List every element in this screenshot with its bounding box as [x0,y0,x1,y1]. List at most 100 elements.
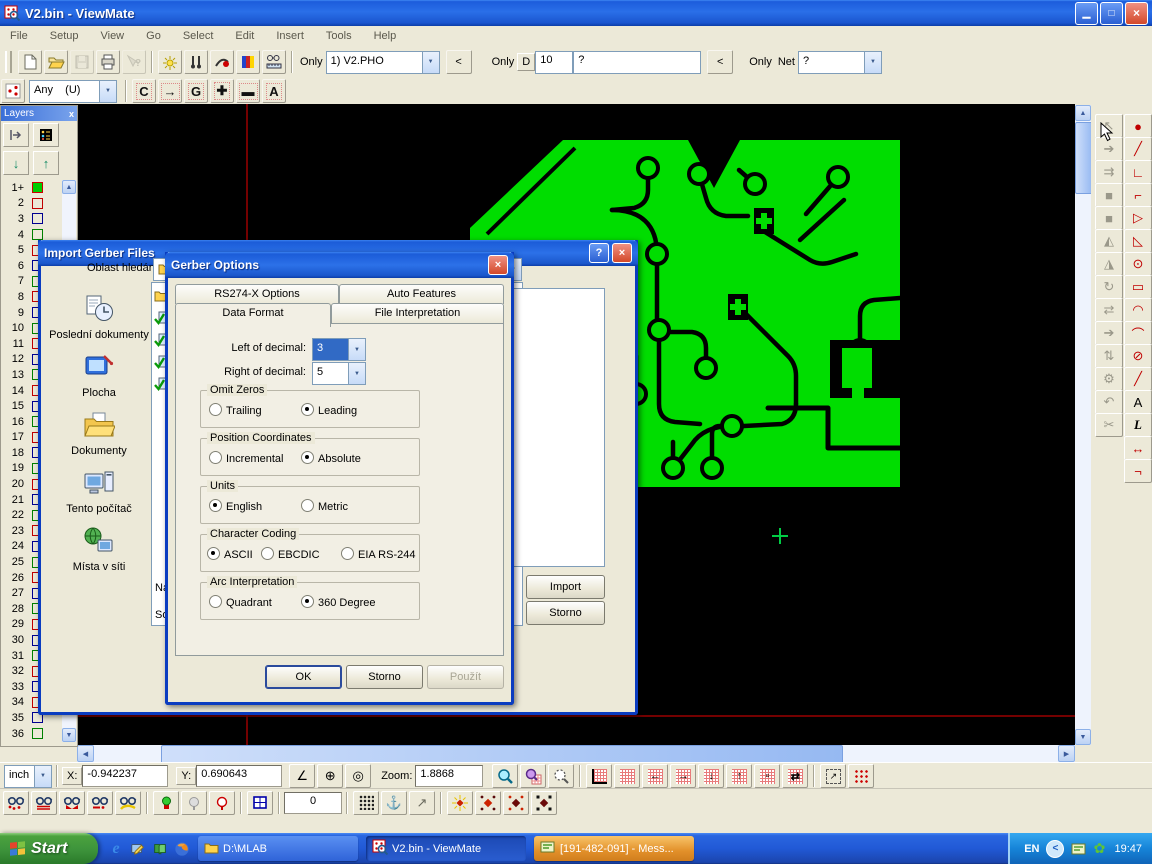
only-layer-label[interactable]: Only [297,56,326,68]
ie-icon[interactable]: e [108,841,124,857]
spread-tool[interactable]: ⇅ [1095,344,1123,368]
layer-prev-button[interactable]: < [446,50,472,74]
new-document-icon[interactable] [18,50,42,74]
show-desktop-icon[interactable] [130,841,146,857]
undo-icon[interactable]: ↶ [1095,390,1123,414]
radio-ebcdic[interactable]: EBCDIC [261,547,320,561]
unit-select[interactable]: inch ▼ [4,765,52,788]
menu-file[interactable]: File [10,30,28,42]
dropdown-arrow-icon[interactable]: ▼ [864,52,881,73]
diamond-dark-icon[interactable] [503,791,529,815]
dropdown-arrow-icon[interactable]: ▼ [422,52,439,73]
toolbar-grip[interactable] [5,51,12,73]
print-icon[interactable] [96,50,120,74]
right-of-decimal-select[interactable]: 5 ▼ [312,362,366,385]
dcode-input[interactable]: 10 [535,51,573,74]
radio-incremental[interactable]: Incremental [209,451,283,465]
measure-icon[interactable] [262,50,286,74]
context-help-icon[interactable]: ? [122,50,146,74]
selection-filter-select[interactable]: Any (U) ▼ [29,80,117,103]
zoom-window-icon[interactable] [548,764,574,788]
zoom-grid-icon[interactable] [520,764,546,788]
flip-horizontal-tool[interactable]: ◭ [1095,229,1123,253]
arrow-draw-tool[interactable]: ▷ [1124,206,1152,230]
place-my-computer[interactable]: Tento počítač [49,468,149,526]
settings-gear-icon[interactable]: ⚙ [1095,367,1123,391]
language-indicator[interactable]: EN [1024,843,1039,855]
canvas-vscrollbar[interactable]: ▲ ▼ [1075,105,1091,745]
radio-button[interactable] [209,403,222,416]
layers-panel-titlebar[interactable]: Layers x [1,106,77,121]
radio-absolute[interactable]: Absolute [301,451,361,465]
scroll-up-icon[interactable]: ▲ [62,180,76,194]
book-icon[interactable] [152,841,168,857]
radio-ascii[interactable]: ASCII [207,547,253,561]
import-cancel-button[interactable]: Storno [526,601,605,625]
select-area-icon[interactable]: ↗ [820,764,846,788]
glasses-sweep-icon[interactable] [115,791,141,815]
radio-button[interactable] [341,547,354,560]
only-dcode-label[interactable]: Only [489,56,518,68]
lamp-off-icon[interactable] [181,791,207,815]
menu-insert[interactable]: Insert [276,30,304,42]
grid-frame-icon[interactable] [586,764,612,788]
dialog-help-button[interactable]: ? [589,243,609,263]
radio-quadrant[interactable]: Quadrant [209,595,272,609]
locate-icon[interactable]: ◎ [345,764,371,788]
tab-data-format[interactable]: Data Format [175,303,331,327]
rotate-tool[interactable]: ↻ [1095,275,1123,299]
canvas-hscrollbar[interactable]: ◀ ▶ [0,745,1152,762]
layer-color-swatch[interactable] [32,182,43,193]
open-folder-icon[interactable] [44,50,68,74]
move-up-icon[interactable]: ↑ [33,151,59,175]
glasses-bowtie-icon[interactable] [59,791,85,815]
zoom-value[interactable]: 1.8868 [415,765,483,787]
dcode-label[interactable]: D [517,53,535,71]
menu-view[interactable]: View [100,30,124,42]
anchor-icon[interactable]: ⚓ [381,791,407,815]
gerber-tool[interactable]: G [184,79,208,103]
width-tool[interactable]: ↔ [1124,436,1152,460]
layer-color-swatch[interactable] [32,213,43,224]
layer-list-icon[interactable] [33,123,59,147]
radio-button[interactable] [301,451,314,464]
radio-button[interactable] [209,451,222,464]
radio-button[interactable] [301,499,314,512]
radio-360-degree[interactable]: 360 Degree [301,595,376,609]
radio-button[interactable] [301,595,314,608]
curve-pin-icon[interactable] [210,50,234,74]
layer-row[interactable]: 2 [2,196,62,212]
dcode-find-input[interactable]: ? [573,51,701,74]
dcode-prev-button[interactable]: < [707,50,733,74]
glasses-dots-icon[interactable] [3,791,29,815]
scroll-down-icon[interactable]: ▼ [62,728,76,742]
task-mlab[interactable]: D:\MLAB [198,836,358,861]
radio-button[interactable] [209,499,222,512]
component-tool[interactable]: C [132,79,156,103]
radio-button[interactable] [301,403,314,416]
layer-row[interactable]: 1+ [2,180,62,196]
diamond-corners-icon[interactable] [531,791,557,815]
net-bar-tool[interactable]: ▬ [236,79,260,103]
ok-button[interactable]: OK [265,665,342,689]
dialog-close-button[interactable]: × [488,255,508,275]
left-of-decimal-select[interactable]: 3 ▼ [312,338,366,361]
goto-tool[interactable]: → [158,79,182,103]
flip-vertical-tool[interactable]: ◮ [1095,252,1123,276]
radio-leading[interactable]: Leading [301,403,357,417]
msg-card-icon[interactable] [1071,841,1087,857]
slash-tool[interactable]: ╱ [1124,367,1152,391]
tab-auto-features[interactable]: Auto Features [339,284,504,304]
radio-button[interactable] [207,547,220,560]
glasses-lines-icon[interactable] [31,791,57,815]
flash-diamond-icon[interactable] [447,791,473,815]
grid-down-icon[interactable]: ↓ [698,764,724,788]
text-draw-tool[interactable]: A [1124,390,1152,414]
move-diamond-tool[interactable]: ➔ [1095,321,1123,345]
start-button[interactable]: Start [0,833,98,864]
zoom-in-icon[interactable] [492,764,518,788]
arc-tool[interactable]: ◠ [1124,298,1152,322]
crosshair-icon[interactable]: ⊕ [317,764,343,788]
dock-icon[interactable] [3,123,29,147]
menu-select[interactable]: Select [183,30,214,42]
